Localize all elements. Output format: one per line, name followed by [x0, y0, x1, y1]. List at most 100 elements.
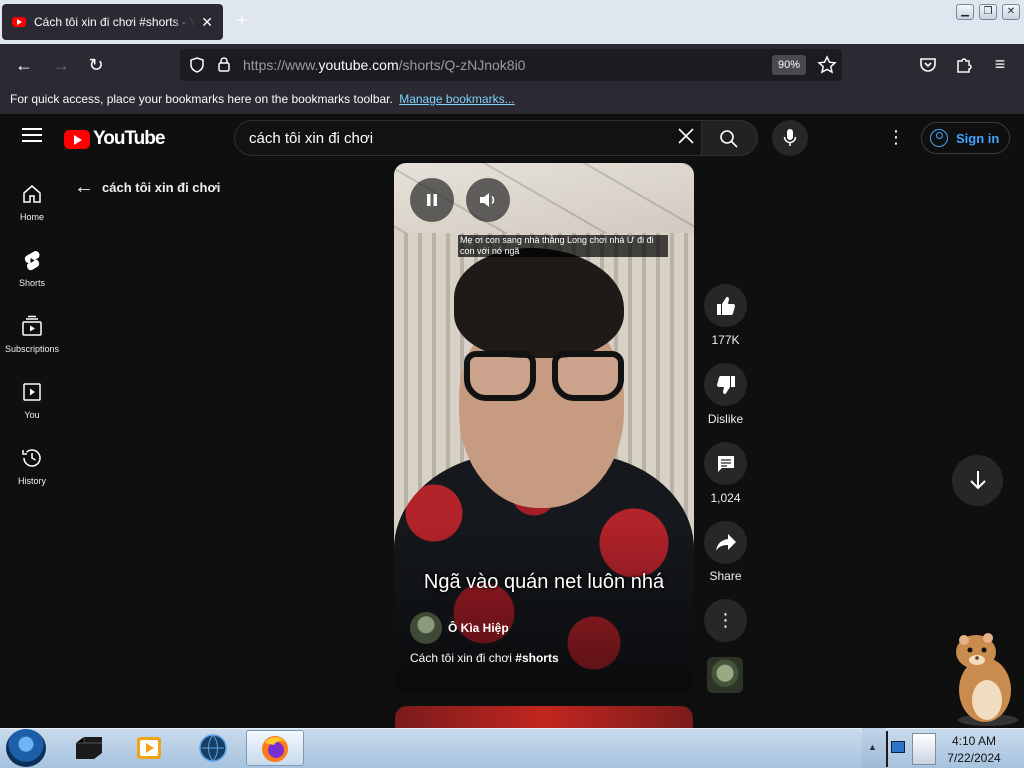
hashtag-link[interactable]: #shorts — [515, 651, 558, 665]
taskbar-app-media-player[interactable] — [120, 730, 178, 766]
sidebar-item-history[interactable]: History — [0, 446, 64, 506]
window-minimize-button[interactable]: ▁ — [956, 4, 974, 20]
original-sound-thumbnail[interactable] — [707, 657, 743, 693]
video-bottom-gradient — [394, 523, 694, 693]
youtube-logo-text: YouTube — [93, 128, 165, 149]
search-input[interactable]: cách tôi xin đi chơi — [234, 120, 702, 156]
more-vert-icon: ⋮ — [716, 610, 735, 630]
video-frame-glasses — [464, 351, 634, 401]
browser-tab-active[interactable]: Cách tôi xin đi chơi #shorts - YouTube ✕ — [2, 4, 223, 40]
extensions-icon[interactable] — [954, 55, 974, 75]
network-tray-icon[interactable] — [891, 741, 905, 753]
pocket-icon[interactable] — [918, 55, 938, 75]
tray-expand-icon[interactable]: ▲ — [868, 742, 877, 752]
new-tab-button[interactable]: + — [236, 10, 248, 33]
action-center-tray-icon[interactable] — [912, 733, 936, 765]
terminal-app-icon — [76, 737, 102, 759]
sidebar-item-subscriptions[interactable]: Subscriptions — [0, 314, 64, 374]
subscriptions-icon — [22, 315, 42, 336]
app-menu-icon[interactable]: ≡ — [988, 52, 1012, 76]
guide-menu-icon[interactable] — [22, 128, 42, 144]
tab-close-icon[interactable]: ✕ — [201, 14, 213, 31]
channel-name[interactable]: Ô Kìa Hiệp — [448, 621, 509, 635]
video-title[interactable]: Cách tôi xin đi chơi #shorts — [410, 651, 559, 665]
bookmarks-hint-text: For quick access, place your bookmarks h… — [10, 92, 393, 106]
share-button[interactable] — [704, 521, 747, 564]
sidebar-item-label: Subscriptions — [4, 344, 60, 354]
start-button[interactable] — [6, 729, 46, 767]
taskbar-app-firefox[interactable] — [246, 730, 304, 766]
next-video-preview[interactable] — [395, 706, 693, 728]
sign-in-label: Sign in — [956, 130, 1000, 146]
sidebar-item-label: History — [17, 476, 46, 486]
channel-avatar[interactable] — [410, 612, 442, 644]
shorts-icon — [24, 250, 40, 271]
window-close-button[interactable]: ✕ — [1002, 4, 1020, 20]
sidebar-item-shorts[interactable]: Shorts — [0, 248, 64, 308]
video-subtitle: Ngã vào quán net luôn nhá — [423, 571, 665, 593]
manage-bookmarks-link[interactable]: Manage bookmarks... — [399, 92, 514, 106]
comment-count: 1,024 — [710, 491, 741, 505]
back-to-search[interactable]: ← cách tôi xin đi chơi — [74, 176, 220, 199]
home-icon — [23, 185, 41, 203]
sidebar-item-label: Shorts — [18, 278, 45, 288]
more-actions-button[interactable]: ⋮ — [704, 599, 747, 642]
shield-icon[interactable] — [189, 57, 205, 73]
address-bar[interactable]: https://www.youtube.com/shorts/Q-zNJnok8… — [180, 49, 842, 81]
dislike-button[interactable] — [704, 363, 747, 406]
video-caption-overlay: Mẹ ơi con sang nhà thằng Long chơi nhá Ừ… — [458, 235, 668, 257]
pause-icon — [427, 194, 437, 206]
back-arrow-icon[interactable]: ← — [12, 53, 36, 77]
sidebar-item-label: You — [24, 410, 40, 420]
share-label: Share — [709, 569, 742, 583]
like-button[interactable] — [704, 284, 747, 327]
clock-time: 4:10 AM — [951, 734, 997, 748]
sidebar-item-label: Home — [19, 212, 44, 222]
next-video-button[interactable] — [952, 455, 1003, 506]
volume-button[interactable] — [466, 178, 510, 222]
thumbs-down-icon — [717, 375, 735, 395]
clock-date: 7/22/2024 — [947, 751, 1001, 765]
zoom-level-badge[interactable]: 90% — [772, 55, 806, 75]
url-text[interactable]: https://www.youtube.com/shorts/Q-zNJnok8… — [243, 57, 525, 73]
lock-icon[interactable] — [217, 56, 231, 73]
like-count: 177K — [711, 333, 740, 347]
comments-button[interactable] — [704, 442, 747, 485]
sign-in-button[interactable]: Sign in — [921, 122, 1010, 154]
comment-icon — [718, 456, 734, 472]
microphone-icon — [783, 129, 797, 146]
share-icon — [716, 534, 736, 551]
history-icon — [22, 449, 41, 467]
search-input-value: cách tôi xin đi chơi — [249, 130, 374, 147]
more-options-icon[interactable]: ⋮ — [886, 127, 906, 149]
media-player-icon — [137, 737, 161, 759]
pause-button[interactable] — [410, 178, 454, 222]
youtube-favicon-icon — [12, 17, 26, 27]
taskbar-clock[interactable]: 4:10 AM 7/22/2024 — [936, 733, 1012, 767]
clear-search-icon[interactable] — [676, 126, 696, 146]
arrow-down-icon — [970, 471, 986, 490]
bookmarks-toolbar: For quick access, place your bookmarks h… — [0, 86, 1024, 114]
hamster-sticker-image — [956, 633, 1018, 726]
channel-info[interactable]: Ô Kìa Hiệp — [410, 612, 509, 644]
account-icon — [930, 129, 948, 147]
voice-search-button[interactable] — [772, 120, 808, 156]
firefox-icon — [262, 736, 288, 762]
taskbar-app-terminal[interactable] — [60, 730, 118, 766]
reload-icon[interactable]: ↻ — [84, 53, 108, 77]
globe-app-icon — [199, 734, 227, 762]
volume-icon — [480, 193, 495, 207]
shorts-video-player[interactable]: Mẹ ơi con sang nhà thằng Long chơi nhá Ừ… — [394, 163, 694, 693]
bookmark-star-icon[interactable] — [817, 55, 837, 75]
you-icon — [23, 383, 41, 401]
forward-arrow-icon[interactable]: → — [49, 53, 73, 77]
taskbar-app-browser-globe[interactable] — [184, 730, 242, 766]
search-button[interactable] — [702, 120, 758, 156]
tab-title: Cách tôi xin đi chơi #shorts - YouTube — [34, 15, 196, 29]
sidebar-item-you[interactable]: You — [0, 380, 64, 440]
back-arrow-icon[interactable]: ← — [74, 176, 94, 199]
sidebar-item-home[interactable]: Home — [0, 182, 64, 242]
tray-separator — [886, 731, 888, 767]
window-maximize-button[interactable]: ❐ — [979, 4, 997, 20]
youtube-logo[interactable]: YouTube — [64, 128, 165, 150]
